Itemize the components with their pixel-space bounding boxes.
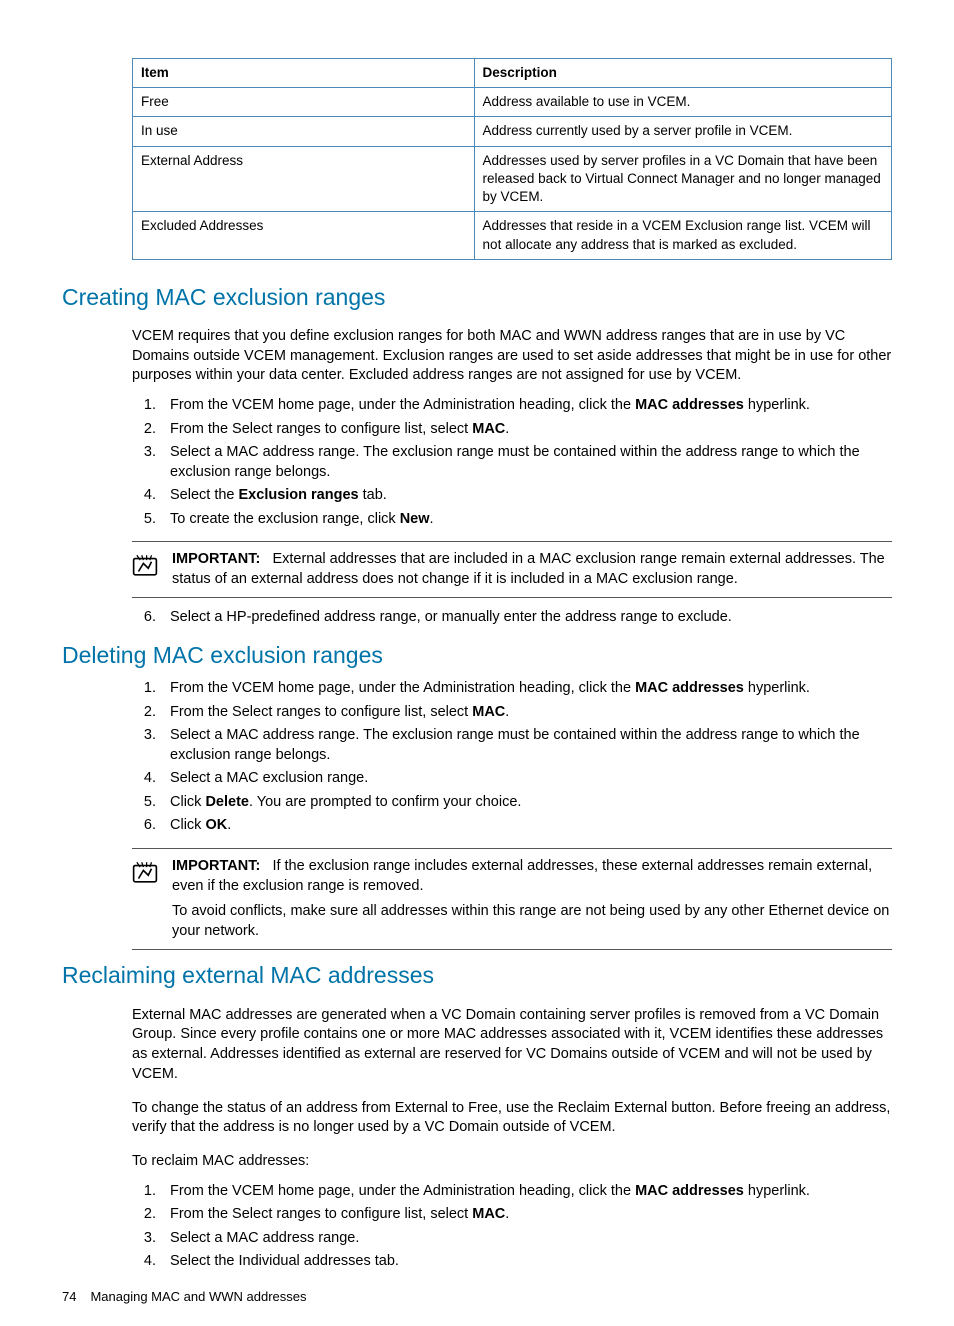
steps-deleting: From the VCEM home page, under the Admin… <box>132 679 892 836</box>
list-item: From the VCEM home page, under the Admin… <box>160 396 892 416</box>
steps-reclaiming: From the VCEM home page, under the Admin… <box>132 1182 892 1272</box>
page-footer: 74 Managing MAC and WWN addresses <box>62 1288 892 1306</box>
page-number: 74 <box>62 1288 76 1306</box>
important-label: IMPORTANT: <box>172 858 260 874</box>
note-icon <box>132 857 160 941</box>
list-item: From the Select ranges to configure list… <box>160 703 892 723</box>
col-item: Item <box>133 59 475 88</box>
table-row: Free Address available to use in VCEM. <box>133 88 892 117</box>
table-row: External Address Addresses used by serve… <box>133 146 892 212</box>
intro-text: VCEM requires that you define exclusion … <box>132 327 892 386</box>
list-item: Select a HP-predefined address range, or… <box>160 608 892 628</box>
list-item: Select a MAC exclusion range. <box>160 769 892 789</box>
body-text: External MAC addresses are generated whe… <box>132 1006 892 1084</box>
list-item: From the VCEM home page, under the Admin… <box>160 679 892 699</box>
note-icon <box>132 550 160 589</box>
list-item: Select the Individual addresses tab. <box>160 1252 892 1272</box>
important-note: IMPORTANT: External addresses that are i… <box>132 541 892 598</box>
important-label: IMPORTANT: <box>172 551 260 567</box>
list-item: Click OK. <box>160 816 892 836</box>
list-item: From the Select ranges to configure list… <box>160 1205 892 1225</box>
chapter-title: Managing MAC and WWN addresses <box>90 1288 306 1306</box>
list-item: Select a MAC address range. The exclusio… <box>160 726 892 765</box>
steps-creating: From the VCEM home page, under the Admin… <box>132 396 892 529</box>
body-text: To reclaim MAC addresses: <box>132 1152 892 1172</box>
table-row: In use Address currently used by a serve… <box>133 117 892 146</box>
list-item: Select a MAC address range. <box>160 1229 892 1249</box>
list-item: Click Delete. You are prompted to confir… <box>160 793 892 813</box>
list-item: From the Select ranges to configure list… <box>160 420 892 440</box>
important-note: IMPORTANT: If the exclusion range includ… <box>132 848 892 950</box>
heading-creating: Creating MAC exclusion ranges <box>62 282 892 313</box>
heading-deleting: Deleting MAC exclusion ranges <box>62 640 892 671</box>
list-item: From the VCEM home page, under the Admin… <box>160 1182 892 1202</box>
list-item: Select the Exclusion ranges tab. <box>160 486 892 506</box>
status-table: Item Description Free Address available … <box>132 58 892 260</box>
table-row: Excluded Addresses Addresses that reside… <box>133 212 892 259</box>
body-text: To change the status of an address from … <box>132 1099 892 1138</box>
col-desc: Description <box>474 59 891 88</box>
steps-creating-cont: Select a HP-predefined address range, or… <box>132 608 892 628</box>
list-item: To create the exclusion range, click New… <box>160 510 892 530</box>
list-item: Select a MAC address range. The exclusio… <box>160 443 892 482</box>
heading-reclaiming: Reclaiming external MAC addresses <box>62 960 892 991</box>
